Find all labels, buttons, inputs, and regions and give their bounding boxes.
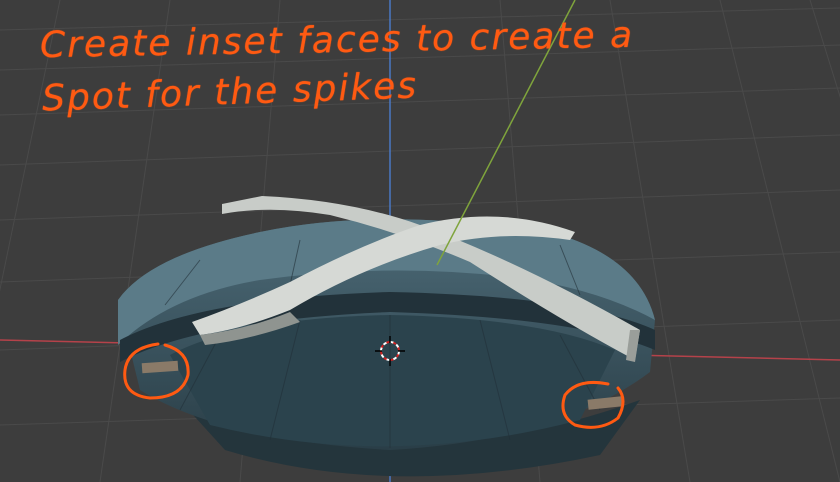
viewport-scene [0, 0, 840, 482]
3d-viewport[interactable]: Create inset faces to create a Spot for … [0, 0, 840, 482]
